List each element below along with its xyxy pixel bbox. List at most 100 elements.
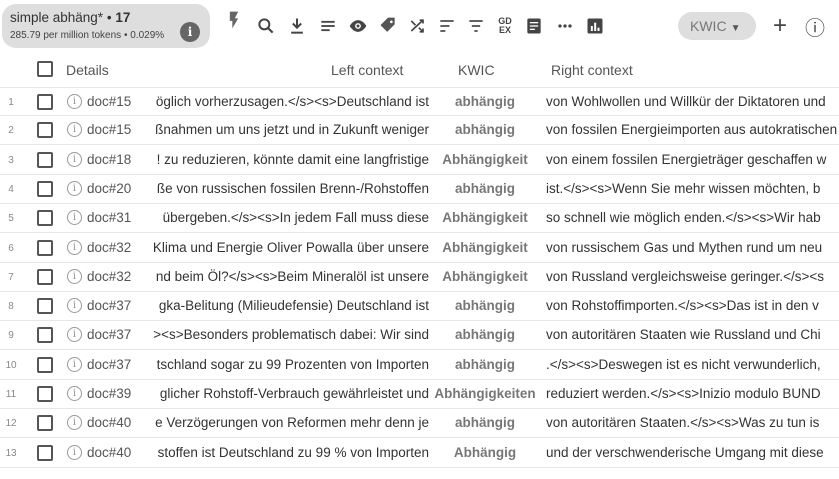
header-left-context[interactable]: Left context xyxy=(331,62,403,78)
row-checkbox[interactable] xyxy=(37,444,53,461)
sort-icon[interactable] xyxy=(435,14,459,38)
table-row[interactable]: 9 i doc#37 ><s>Besonders problematisch dabe… xyxy=(0,321,839,351)
add-icon[interactable]: + xyxy=(768,12,792,39)
doc-info-icon[interactable]: i xyxy=(67,239,82,255)
row-checkbox[interactable] xyxy=(37,356,53,373)
more-icon[interactable] xyxy=(553,14,577,38)
row-checkbox[interactable] xyxy=(37,94,53,110)
kwic-keyword[interactable]: abhängig xyxy=(430,415,540,430)
right-context: von russischem Gas und Mythen rund um ne… xyxy=(546,239,823,255)
query-chip[interactable]: simple abhäng* • 17 285.79 per million t… xyxy=(2,4,210,48)
kwic-keyword[interactable]: abhängig xyxy=(430,94,540,109)
table-row[interactable]: 7 i doc#32 nd beim Öl?</s><s>Beim Mineralöl… xyxy=(0,263,839,292)
row-number: 6 xyxy=(8,242,14,254)
query-info-icon[interactable]: i xyxy=(180,22,200,42)
row-checkbox[interactable] xyxy=(37,122,53,139)
row-number: 7 xyxy=(8,271,14,283)
header-kwic[interactable]: KWIC xyxy=(458,62,495,78)
kwic-keyword[interactable]: abhängig xyxy=(430,181,540,196)
eye-icon[interactable] xyxy=(346,14,370,38)
document-icon[interactable] xyxy=(522,14,546,38)
gdex-icon[interactable]: GD EX xyxy=(493,14,517,38)
doc-id[interactable]: doc#37 xyxy=(87,357,135,372)
doc-info-icon[interactable]: i xyxy=(67,298,82,314)
kwic-keyword[interactable]: abhängig xyxy=(430,298,540,313)
row-checkbox[interactable] xyxy=(37,239,53,256)
row-checkbox[interactable] xyxy=(37,415,53,432)
row-number: 3 xyxy=(8,154,14,166)
doc-info-icon[interactable]: i xyxy=(67,122,82,138)
doc-id[interactable]: doc#40 xyxy=(87,415,135,430)
list-icon[interactable] xyxy=(316,14,340,38)
row-checkbox[interactable] xyxy=(37,386,53,402)
kwic-keyword[interactable]: Abhängig xyxy=(430,445,540,460)
doc-info-icon[interactable]: i xyxy=(67,386,82,401)
right-context: von autoritären Staaten.</s><s>Was zu tu… xyxy=(546,415,820,431)
table-row[interactable]: 10 i doc#37 tschland sogar zu 99 Prozenten … xyxy=(0,351,839,380)
table-row[interactable]: 11 i doc#39 glicher Rohstoff-Verbrauch gewä… xyxy=(0,380,839,409)
kwic-keyword[interactable]: abhängig xyxy=(430,357,540,372)
doc-info-icon[interactable]: i xyxy=(67,94,82,109)
row-number: 11 xyxy=(5,389,17,400)
doc-info-icon[interactable]: i xyxy=(67,268,82,284)
doc-info-icon[interactable]: i xyxy=(67,415,82,431)
doc-id[interactable]: doc#40 xyxy=(87,445,135,460)
table-row[interactable]: 4 i doc#20 ße von russischen fossilen Brenn… xyxy=(0,175,839,204)
doc-id[interactable]: doc#18 xyxy=(87,152,135,167)
left-context-text: glicher Rohstoff-Verbrauch gewährleistet… xyxy=(159,386,429,401)
doc-id[interactable]: doc#32 xyxy=(87,240,135,255)
info-icon[interactable]: ⓘ xyxy=(803,14,827,40)
left-context-text: öglich vorherzusagen.</s><s>Deutschland … xyxy=(155,94,429,109)
view-selector-value: KWIC xyxy=(690,18,727,34)
doc-info-icon[interactable]: i xyxy=(67,356,82,372)
kwic-keyword[interactable]: Abhängigkeiten xyxy=(430,386,540,401)
tag-icon[interactable] xyxy=(376,14,400,38)
doc-id[interactable]: doc#15 xyxy=(87,122,135,137)
doc-info-icon[interactable]: i xyxy=(67,327,82,343)
shuffle-icon[interactable] xyxy=(406,14,430,38)
doc-info-icon[interactable]: i xyxy=(67,151,82,167)
hit-count: 17 xyxy=(115,10,131,25)
doc-id[interactable]: doc#37 xyxy=(87,327,135,342)
doc-id[interactable]: doc#31 xyxy=(87,210,135,225)
chart-icon[interactable] xyxy=(583,14,607,38)
view-selector-dropdown[interactable]: KWIC ▼ xyxy=(678,12,756,40)
table-row[interactable]: 13 i doc#40 stoffen ist Deutschland zu 99 %… xyxy=(0,439,839,468)
header-right-context[interactable]: Right context xyxy=(551,62,633,78)
table-row[interactable]: 3 i doc#18 ! zu reduzieren, könnte damit ei… xyxy=(0,146,839,175)
table-row[interactable]: 6 i doc#32 Klima und Energie Oliver Powalla… xyxy=(0,234,839,263)
row-number: 9 xyxy=(8,330,14,342)
doc-id[interactable]: doc#15 xyxy=(87,94,135,109)
row-checkbox[interactable] xyxy=(37,151,53,168)
filter-icon[interactable] xyxy=(464,14,488,38)
doc-id[interactable]: doc#20 xyxy=(87,181,135,196)
doc-id[interactable]: doc#37 xyxy=(87,298,135,313)
doc-id[interactable]: doc#32 xyxy=(87,269,135,284)
doc-info-icon[interactable]: i xyxy=(67,180,82,196)
table-row[interactable]: 12 i doc#40 e Verzögerungen von Reformen me… xyxy=(0,409,839,439)
table-row[interactable]: 5 i doc#31 übergeben.</s><s>In jedem Fall m… xyxy=(0,204,839,234)
table-row[interactable]: 8 i doc#37 gka-Belitung (Milieudefensie) De… xyxy=(0,292,839,322)
row-checkbox[interactable] xyxy=(37,298,53,315)
kwic-keyword[interactable]: Abhängigkeit xyxy=(430,152,540,167)
row-checkbox[interactable] xyxy=(37,268,53,285)
select-all-checkbox[interactable] xyxy=(37,61,53,77)
table-row[interactable]: 1 i doc#15 öglich vorherzusagen.</s><s>Deut… xyxy=(0,87,839,116)
kwic-keyword[interactable]: abhängig xyxy=(430,327,540,342)
kwic-keyword[interactable]: Abhängigkeit xyxy=(430,240,540,255)
doc-info-icon[interactable]: i xyxy=(67,444,82,460)
kwic-keyword[interactable]: abhängig xyxy=(430,122,540,137)
search-icon[interactable] xyxy=(254,14,278,38)
right-context: von einem fossilen Energieträger geschaf… xyxy=(546,151,827,167)
row-checkbox[interactable] xyxy=(37,327,53,344)
table-row[interactable]: 2 i doc#15 ßnahmen um uns jetzt und in Zuku… xyxy=(0,116,839,146)
row-checkbox[interactable] xyxy=(37,180,53,197)
doc-id[interactable]: doc#39 xyxy=(87,386,135,401)
flash-icon[interactable] xyxy=(222,8,246,32)
kwic-keyword[interactable]: Abhängigkeit xyxy=(430,210,540,225)
doc-info-icon[interactable]: i xyxy=(67,210,82,226)
header-details[interactable]: Details xyxy=(66,62,109,78)
row-checkbox[interactable] xyxy=(37,210,53,227)
download-icon[interactable] xyxy=(285,14,309,38)
kwic-keyword[interactable]: Abhängigkeit xyxy=(430,269,540,284)
